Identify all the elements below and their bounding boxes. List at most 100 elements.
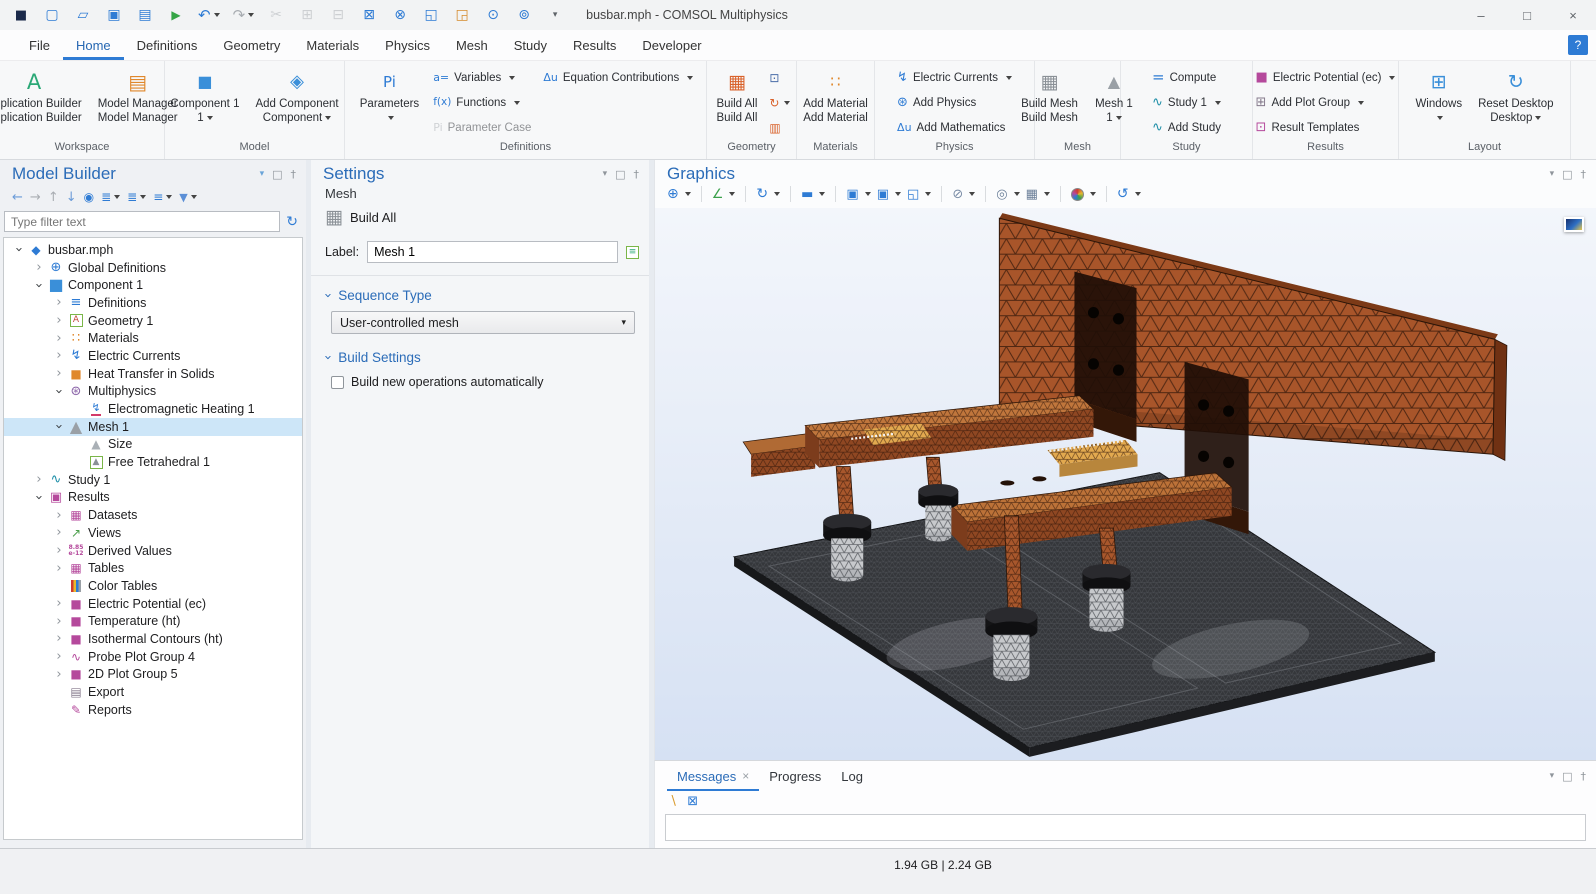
tree-expanded-chevron-icon[interactable]: › xyxy=(52,385,66,398)
tree-item-busbar-mph[interactable]: ›◆busbar.mph xyxy=(4,241,302,259)
duplicate-button[interactable]: ⊠ xyxy=(360,5,378,25)
tree-collapsed-chevron-icon[interactable]: › xyxy=(52,650,66,663)
tree-collapsed-chevron-icon[interactable]: › xyxy=(52,632,66,645)
tree-item-derived-values[interactable]: ›8.85e-12Derived Values xyxy=(4,542,302,560)
tree-item-probe-plot-group-4[interactable]: ›∿Probe Plot Group 4 xyxy=(4,648,302,666)
undo-button[interactable]: ↶ xyxy=(198,5,220,25)
rotate-view-button[interactable]: ↻ xyxy=(756,184,780,204)
menu-tab-file[interactable]: File xyxy=(16,30,63,60)
scene-light-button[interactable]: ▬ xyxy=(801,184,825,204)
tree-collapsed-chevron-icon[interactable]: › xyxy=(52,597,66,610)
tree-item-component-1[interactable]: ›■Component 1 xyxy=(4,276,302,294)
electric-potential-ec-button[interactable]: ■Electric Potential (ec) xyxy=(1252,65,1400,90)
run-button[interactable]: ▶ xyxy=(167,5,185,25)
panel-menu-icon[interactable]: ▾ xyxy=(603,170,608,179)
add-plot-group-button[interactable]: ⊞Add Plot Group xyxy=(1252,90,1400,115)
compute-button[interactable]: =Compute xyxy=(1148,65,1225,90)
tree-item-multiphysics[interactable]: ›⊛Multiphysics xyxy=(4,383,302,401)
clear-selection-button[interactable]: ◲ xyxy=(453,5,471,25)
bottom-tab-progress[interactable]: Progress xyxy=(759,761,831,791)
tree-collapsed-chevron-icon[interactable]: › xyxy=(52,668,66,681)
import-geometry-button[interactable]: ⊡ xyxy=(767,65,792,90)
checkbox[interactable] xyxy=(331,376,344,389)
pin-panel-icon[interactable]: † xyxy=(291,169,297,180)
add-component-button[interactable]: ◈Add ComponentComponent xyxy=(249,65,344,128)
graphics-canvas[interactable] xyxy=(655,208,1596,760)
bottom-tab-messages[interactable]: Messages× xyxy=(667,761,759,791)
search-button[interactable]: ⊚ xyxy=(515,5,533,25)
float-panel-icon[interactable]: □ xyxy=(1562,169,1572,180)
rebuild-geometry-button[interactable]: ↻ xyxy=(767,90,792,115)
tree-collapsed-chevron-icon[interactable]: › xyxy=(52,509,66,522)
float-panel-icon[interactable]: □ xyxy=(1562,771,1572,782)
collapse-nodes-button[interactable]: ≣ xyxy=(127,188,146,206)
tree-collapsed-chevron-icon[interactable]: › xyxy=(32,473,46,486)
save-to-model-manager-button[interactable]: ▤ xyxy=(136,5,154,25)
menu-tab-definitions[interactable]: Definitions xyxy=(124,30,211,60)
help-button[interactable]: ? xyxy=(1568,35,1588,55)
tree-item-export[interactable]: ▤Export xyxy=(4,683,302,701)
tree-item-electric-potential-ec[interactable]: ›■Electric Potential (ec) xyxy=(4,595,302,613)
tree-expanded-chevron-icon[interactable]: › xyxy=(32,279,46,292)
close-tab-icon[interactable]: × xyxy=(742,769,749,783)
go-to-view-button[interactable]: ∠ xyxy=(712,184,736,204)
new-file-button[interactable]: ▢ xyxy=(43,5,61,25)
tree-collapsed-chevron-icon[interactable]: › xyxy=(52,615,66,628)
panel-menu-icon[interactable]: ▾ xyxy=(260,170,265,179)
tree-collapsed-chevron-icon[interactable]: › xyxy=(52,562,66,575)
wireframe-rendering-button[interactable]: ◎ xyxy=(996,184,1019,204)
snapshot-button[interactable]: ▣ xyxy=(846,184,870,204)
open-file-button[interactable]: ▱ xyxy=(74,5,92,25)
menu-tab-geometry[interactable]: Geometry xyxy=(210,30,293,60)
equation-contributions-button[interactable]: ΔuEquation Contributions xyxy=(539,65,697,90)
tree-item-isothermal-contours-ht[interactable]: ›■Isothermal Contours (ht) xyxy=(4,630,302,648)
go-forward-button[interactable]: → xyxy=(30,188,41,206)
node-grouping-button[interactable]: ≡ xyxy=(153,188,172,206)
find-button[interactable]: ⊙ xyxy=(484,5,502,25)
cut-button[interactable]: ✂ xyxy=(267,5,285,25)
tree-item-geometry-1[interactable]: ›AGeometry 1 xyxy=(4,312,302,330)
menu-tab-results[interactable]: Results xyxy=(560,30,629,60)
build-new-operations-checkbox-row[interactable]: Build new operations automatically xyxy=(311,371,649,389)
tree-item-2d-plot-group-5[interactable]: ›■2D Plot Group 5 xyxy=(4,666,302,684)
zoom-extents-button[interactable]: ⊕ xyxy=(667,184,691,204)
tree-item-electric-currents[interactable]: ›↯Electric Currents xyxy=(4,347,302,365)
add-study-button[interactable]: ∿Add Study xyxy=(1148,115,1225,140)
partition-geometry-button[interactable]: ▥ xyxy=(767,115,792,140)
edit-label-icon[interactable]: ≡ xyxy=(626,246,639,259)
scene-update-button[interactable]: ↺ xyxy=(1117,184,1141,204)
float-panel-icon[interactable]: □ xyxy=(272,169,282,180)
tree-expanded-chevron-icon[interactable]: › xyxy=(52,420,66,433)
build-all-button[interactable]: ▦ Build All xyxy=(311,201,649,229)
tree-item-materials[interactable]: ›∷Materials xyxy=(4,329,302,347)
hide-objects-button[interactable]: ⊘ xyxy=(952,184,975,204)
select-box-button[interactable]: ◱ xyxy=(422,5,440,25)
tree-collapsed-chevron-icon[interactable]: › xyxy=(52,367,66,380)
go-back-button[interactable]: ← xyxy=(12,188,23,206)
tree-item-temperature-ht[interactable]: ›■Temperature (ht) xyxy=(4,612,302,630)
panel-menu-icon[interactable]: ▾ xyxy=(1550,772,1555,781)
view-grid-button[interactable]: ▦ xyxy=(1026,184,1050,204)
pin-panel-icon[interactable]: † xyxy=(634,169,640,180)
select-mode-button[interactable]: ◱ xyxy=(907,184,931,204)
pin-panel-icon[interactable]: † xyxy=(1581,169,1587,180)
menu-tab-study[interactable]: Study xyxy=(501,30,560,60)
component-1-button[interactable]: ■Component 11 xyxy=(164,65,245,128)
tree-collapsed-chevron-icon[interactable]: › xyxy=(32,261,46,274)
menu-tab-materials[interactable]: Materials xyxy=(293,30,372,60)
sequence-type-select[interactable]: User-controlled mesh ▾ xyxy=(331,311,635,334)
comsol-logo-button[interactable]: ■ xyxy=(12,5,30,25)
delete-button[interactable]: ⊗ xyxy=(391,5,409,25)
tree-item-electromagnetic-heating-1[interactable]: ↯Electromagnetic Heating 1 xyxy=(4,400,302,418)
panel-menu-icon[interactable]: ▾ xyxy=(1550,170,1555,179)
result-templates-button[interactable]: ⊡Result Templates xyxy=(1252,115,1400,140)
application-builder-button[interactable]: AApplication BuilderApplication Builder xyxy=(0,65,88,128)
menu-tab-mesh[interactable]: Mesh xyxy=(443,30,501,60)
build-all-geometry-button[interactable]: ▦Build AllBuild All xyxy=(711,65,764,128)
refresh-filter-icon[interactable]: ↻ xyxy=(286,215,298,229)
add-mathematics-button[interactable]: ΔuAdd Mathematics xyxy=(893,115,1016,140)
tree-item-views[interactable]: ›↗Views xyxy=(4,524,302,542)
tree-item-reports[interactable]: ✎Reports xyxy=(4,701,302,719)
customize-quick-access-button[interactable]: ▾ xyxy=(546,5,564,25)
pin-panel-icon[interactable]: † xyxy=(1581,771,1587,782)
